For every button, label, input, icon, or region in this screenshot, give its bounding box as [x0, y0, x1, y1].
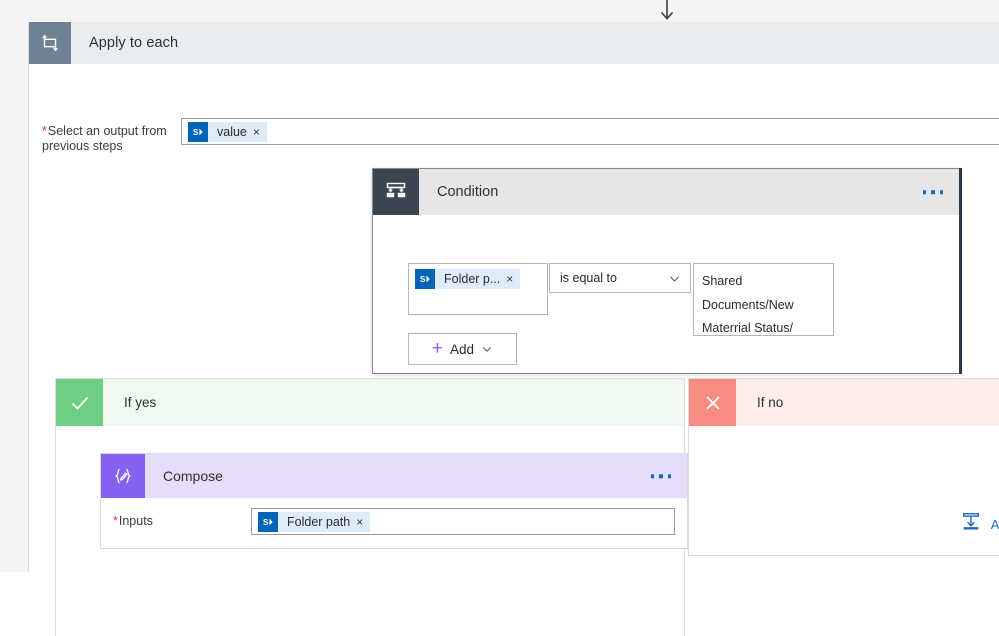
add-an-action-label: Add an — [990, 517, 999, 532]
close-x-icon — [689, 379, 736, 426]
compose-braces-pencil-icon — [101, 454, 145, 498]
condition-body: S Folder p... × is equal to Shared Docum… — [373, 215, 959, 373]
compose-header[interactable]: Compose — [101, 454, 687, 498]
value-token-label: value — [217, 124, 247, 139]
condition-operator-dropdown[interactable]: is equal to — [549, 263, 691, 293]
required-marker: * — [113, 514, 118, 528]
if-no-title: If no — [757, 395, 784, 410]
if-yes-body: Compose *Inputs S Folder path × — [56, 426, 688, 635]
compose-body: *Inputs S Folder path × — [101, 498, 687, 548]
condition-title: Condition — [437, 184, 499, 200]
sharepoint-icon: S — [415, 269, 435, 289]
close-icon[interactable]: × — [506, 273, 520, 285]
apply-to-each-header[interactable]: Apply to each — [29, 22, 999, 64]
condition-card: Condition S Folder p... × is equal to Sh… — [372, 168, 962, 374]
compose-title: Compose — [163, 468, 223, 484]
svg-text:S: S — [193, 127, 199, 137]
add-step-icon — [960, 511, 982, 538]
arrow-down-icon — [655, 0, 679, 22]
folder-path-token-label: Folder path — [287, 514, 351, 529]
compose-inputs-field[interactable]: S Folder path × — [251, 508, 675, 535]
add-condition-button[interactable]: + Add — [408, 333, 517, 365]
compose-card: Compose *Inputs S Folder path × — [100, 453, 688, 549]
folder-path-token-label: Folder p... — [444, 272, 501, 286]
branch-if-yes: If yes Compose *Inputs S Folder path × — [55, 378, 688, 636]
close-icon[interactable]: × — [253, 126, 267, 138]
select-output-label-text: Select an output from previous steps — [42, 124, 167, 153]
condition-value-field[interactable]: Shared Documents/New Materrial Status/ — [693, 263, 834, 336]
svg-text:S: S — [420, 274, 426, 284]
inputs-label: *Inputs — [113, 514, 153, 528]
if-yes-header: If yes — [56, 379, 684, 426]
inputs-label-text: Inputs — [118, 514, 153, 528]
checkmark-icon — [56, 379, 103, 426]
required-marker: * — [42, 124, 47, 138]
if-no-header: If no — [689, 379, 999, 426]
condition-header[interactable]: Condition — [373, 169, 959, 215]
condition-more-options-icon[interactable] — [922, 190, 943, 194]
condition-operand-field[interactable]: S Folder p... × — [408, 263, 548, 315]
folder-path-token[interactable]: S Folder path × — [258, 511, 371, 532]
value-token[interactable]: S value × — [188, 121, 267, 142]
loop-repeat-icon — [29, 22, 71, 64]
apply-to-each-title: Apply to each — [89, 35, 179, 51]
apply-to-each-body: *Select an output from previous steps S … — [29, 64, 999, 636]
flow-designer-canvas: Apply to each *Select an output from pre… — [0, 0, 999, 636]
if-no-body: Add an — [689, 426, 999, 555]
branch-if-no: If no Add an — [688, 378, 999, 556]
folder-path-token[interactable]: S Folder p... × — [415, 269, 521, 289]
chevron-down-icon — [668, 272, 681, 285]
compose-more-options-icon[interactable] — [650, 474, 671, 478]
if-yes-title: If yes — [124, 395, 157, 410]
sharepoint-icon: S — [258, 511, 278, 532]
sharepoint-icon: S — [188, 121, 208, 142]
close-icon[interactable]: × — [356, 516, 370, 528]
select-output-input[interactable]: S value × — [181, 118, 999, 145]
condition-operator-value: is equal to — [560, 271, 617, 285]
chevron-down-icon — [481, 343, 493, 355]
apply-to-each-card: Apply to each *Select an output from pre… — [28, 22, 999, 636]
add-condition-label: Add — [450, 341, 475, 357]
plus-icon: + — [431, 337, 444, 359]
add-an-action-button[interactable]: Add an — [960, 511, 999, 538]
select-output-label: *Select an output from previous steps — [42, 124, 172, 154]
svg-text:S: S — [263, 517, 269, 527]
condition-branch-icon — [373, 169, 419, 215]
